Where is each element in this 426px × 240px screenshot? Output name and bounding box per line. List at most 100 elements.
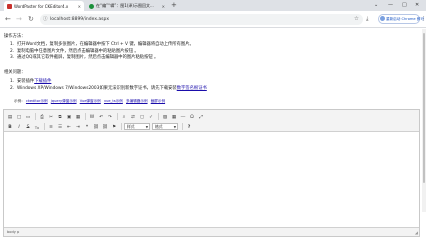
format-select[interactable]: 格式 ▼ [152, 123, 178, 130]
table-icon[interactable]: ▦ [170, 113, 178, 121]
ckeditor: ▤ □ ▭ ⎙ ✂ ⧉ ▣ ▦ W ↶ ↷ ⌕ ⇄ ▢ ✓ ▨ ▦ ― Ω ⤢ B I S Tx ≡ ☰ ⇤ ⇥ ❝ ⛓ ⛓ ⚑ 样… [3, 109, 420, 237]
avatar [380, 16, 385, 21]
demo-link-multi-editor[interactable]: 多编辑器示例 [126, 99, 148, 103]
download-icon[interactable]: ⤓ [366, 14, 368, 24]
maximize-icon[interactable]: ⤢ [197, 113, 205, 121]
chevron-down-icon: ▼ [145, 125, 148, 129]
demo-link-ckeditor[interactable]: ckeditor示例 [26, 99, 48, 103]
outdent-icon[interactable]: ⇤ [65, 123, 73, 131]
tab-title: 在“编”“辑”：图1(泽)示图回文... [96, 3, 154, 8]
root-cert-link[interactable]: 数字签名根证书 [177, 86, 207, 91]
toolbar-separator [158, 113, 159, 120]
image-icon[interactable]: ▨ [161, 113, 169, 121]
editor-status-bar: body p ◢ [4, 227, 419, 236]
chevron-down-icon: ▼ [173, 125, 176, 129]
tab-close-icon[interactable]: ✕ [78, 4, 81, 9]
resize-handle-icon[interactable]: ◢ [415, 229, 418, 237]
scrollbar-thumb[interactable] [423, 33, 425, 183]
bookmark-star-icon[interactable]: ☆ [354, 14, 359, 24]
minimize-button[interactable]: — [388, 0, 393, 10]
toolbar-separator [85, 113, 86, 120]
unlink-icon[interactable]: ⛓ [101, 123, 109, 131]
tab-search-icon[interactable]: ⌄ [374, 0, 378, 10]
list-item: 2. Windows XP/Windows 7/Windows2003如果无法识别… [10, 85, 207, 91]
remove-format-button[interactable]: Tx [33, 123, 41, 131]
italic-button[interactable]: I [15, 123, 23, 131]
hr-icon[interactable]: ― [179, 113, 187, 121]
special-char-icon[interactable]: Ω [188, 113, 196, 121]
new-tab-button[interactable]: + [171, 1, 177, 10]
tab-close-icon[interactable]: ✕ [162, 4, 165, 9]
print-icon[interactable]: ⎙ [38, 113, 46, 121]
select-all-icon[interactable]: ▢ [138, 113, 146, 121]
usage-list: 1. 打开Word文档，复制多张图片，在编辑器中按下 Ctrl + V 键，编辑器… [10, 42, 194, 62]
tab-wordpaster[interactable]: WordPaster for CKEditor4.x ✕ [4, 1, 84, 11]
download-plugin-link[interactable]: 下载插件 [34, 79, 51, 84]
tab-second[interactable]: 在“编”“辑”：图1(泽)示图回文... ✕ [86, 1, 168, 11]
site-favicon-icon [7, 3, 12, 9]
maximize-button[interactable]: □ [402, 0, 407, 10]
ordered-list-icon[interactable]: ≡ [47, 123, 55, 131]
styles-select[interactable]: 样式 ▼ [124, 123, 150, 130]
toolbar-separator [182, 123, 183, 130]
list-tools: ≡ ☰ ⇤ ⇥ ❝ ⛓ ⛓ ⚑ [47, 123, 119, 131]
bulleted-list-icon[interactable]: ☰ [56, 123, 64, 131]
page-content: 操作方法： 1. 打开Word文档，复制多张图片，在编辑器中按下 Ctrl + V… [0, 29, 426, 237]
demo-link-vue-ts[interactable]: vue_ts示例 [104, 99, 123, 103]
source-icon[interactable]: ▤ [6, 113, 14, 121]
tab-strip: WordPaster for CKEditor4.x ✕ 在“编”“辑”：图1(… [0, 0, 426, 11]
list-item: 3. 通过QQ或其它软件截屏，复制图片，然后点击编辑器中的图片粘贴按钮 。 [10, 55, 159, 61]
toolbar-separator [44, 123, 45, 130]
editor-toolbar: ▤ □ ▭ ⎙ ✂ ⧉ ▣ ▦ W ↶ ↷ ⌕ ⇄ ▢ ✓ ▨ ▦ ― Ω ⤢ B I S Tx ≡ ☰ ⇤ ⇥ ❝ ⛓ ⛓ ⚑ 样… [4, 110, 419, 132]
paste-text-icon[interactable]: ▦ [74, 113, 82, 121]
paste-icon[interactable]: ▣ [65, 113, 73, 121]
address-bar[interactable]: ⓘ localhost:8899/index.aspx [40, 14, 363, 25]
editor-content-area[interactable] [4, 132, 419, 227]
element-path: body p [7, 230, 20, 234]
forward-button[interactable]: → [16, 14, 22, 24]
demo-links: 示例： ckeditor示例 jquery弹窗示例 Vue弹窗示例 vue_ts… [14, 99, 167, 104]
page-scrollbar[interactable] [422, 29, 426, 212]
editor-toolbar-row-1: ▤ □ ▭ ⎙ ✂ ⧉ ▣ ▦ W ↶ ↷ ⌕ ⇄ ▢ ✓ ▨ ▦ ― Ω ⤢ [6, 112, 206, 121]
demo-link-vue[interactable]: Vue弹窗示例 [80, 99, 101, 103]
link-icon[interactable]: ⛓ [92, 123, 100, 131]
demo-link-jquery[interactable]: jquery弹窗示例 [51, 99, 77, 103]
replace-icon[interactable]: ⇄ [129, 113, 137, 121]
anchor-icon[interactable]: ⚑ [110, 123, 118, 131]
update-label: 重新启动 Chrome 即可 [386, 17, 424, 21]
cut-icon[interactable]: ✂ [47, 113, 55, 121]
spellcheck-icon[interactable]: ✓ [147, 113, 155, 121]
site-info-icon[interactable]: ⓘ [43, 14, 48, 25]
close-window-button[interactable]: ✕ [415, 0, 419, 10]
help-button[interactable]: ? [185, 123, 193, 131]
url-text: localhost:8899/index.aspx [50, 17, 110, 22]
strike-button[interactable]: S [24, 123, 32, 131]
toolbar-separator [121, 123, 122, 130]
section-title-faq: 相关问题： [4, 70, 26, 75]
bold-button[interactable]: B [6, 123, 14, 131]
list-item: 1. 安装插件下载插件 [10, 79, 52, 84]
preview-icon[interactable]: ▭ [24, 113, 32, 121]
section-title-usage: 操作方法： [4, 34, 26, 39]
toolbar-separator [117, 113, 118, 120]
editor-toolbar-row-2: B I S Tx ≡ ☰ ⇤ ⇥ ❝ ⛓ ⛓ ⚑ 样式 ▼ 格式 ▼ ? [6, 122, 194, 131]
undo-icon[interactable]: ↶ [97, 113, 105, 121]
blockquote-icon[interactable]: ❝ [83, 123, 91, 131]
back-button[interactable]: ← [5, 14, 11, 24]
demo-link-screenshot[interactable]: 截屏示例 [151, 99, 165, 103]
list-item: 1. 打开Word文档，复制多张图片，在编辑器中按下 Ctrl + V 键，编辑器… [10, 42, 194, 47]
toolbar-separator [35, 113, 36, 120]
indent-icon[interactable]: ⇥ [74, 123, 82, 131]
demo-label: 示例： [14, 99, 25, 103]
tab-title: WordPaster for CKEditor4.x [14, 3, 69, 9]
new-page-icon[interactable]: □ [15, 113, 23, 121]
paste-word-icon[interactable]: W [88, 113, 96, 121]
menu-icon[interactable]: ⋮ [421, 14, 426, 24]
update-chrome-button[interactable]: 重新启动 Chrome 即可 [378, 14, 424, 24]
faq-list: 1. 安装插件下载插件 2. Windows XP/Windows 7/Window… [10, 79, 207, 92]
copy-icon[interactable]: ⧉ [56, 113, 64, 121]
find-icon[interactable]: ⌕ [120, 113, 128, 121]
redo-icon[interactable]: ↷ [106, 113, 114, 121]
reload-button[interactable]: ↻ [28, 14, 34, 24]
browser-toolbar: ← → ↻ ⓘ localhost:8899/index.aspx ☆ ⤓ 重新… [0, 11, 426, 28]
